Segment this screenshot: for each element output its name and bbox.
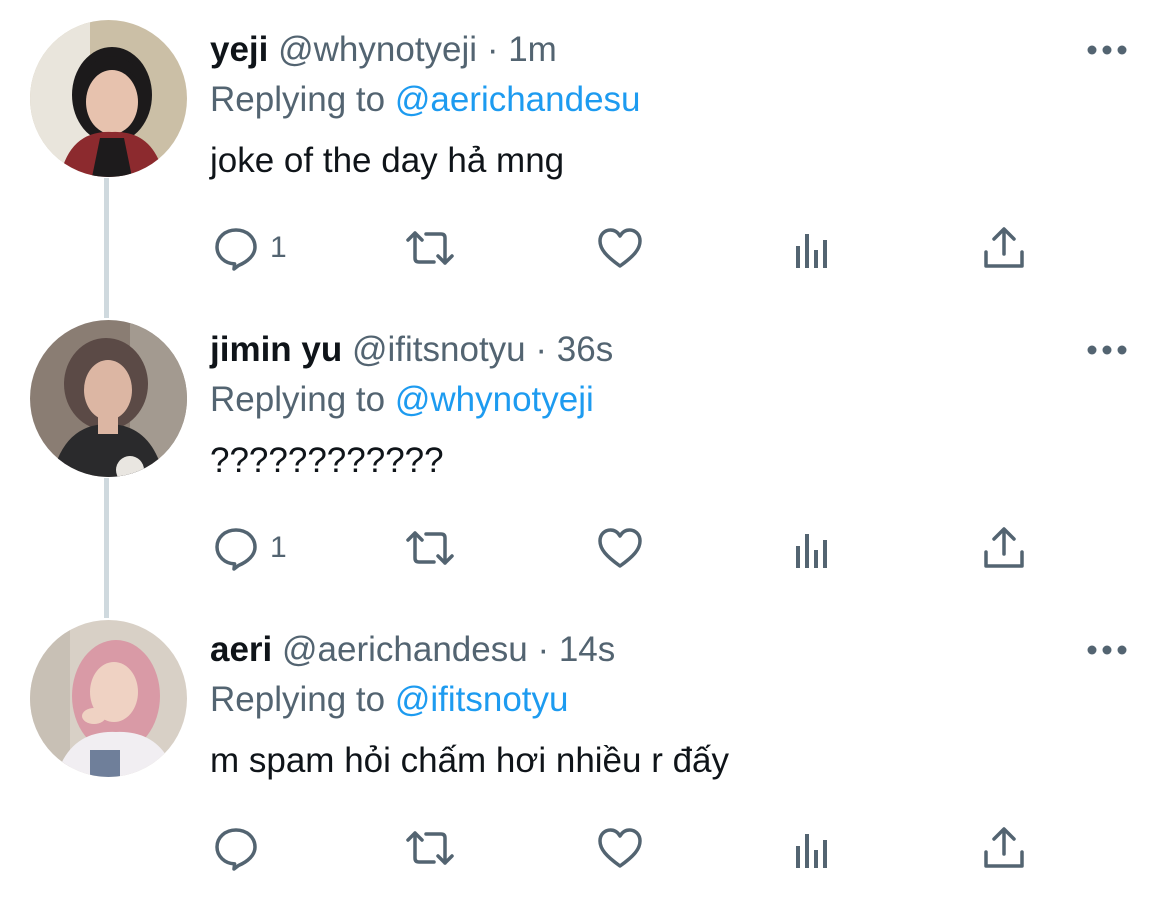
tweet[interactable]: jimin yu @ifitsnotyu · 36s Replying to @… (0, 300, 1170, 600)
avatar[interactable] (30, 620, 187, 777)
display-name[interactable]: yeji (210, 30, 268, 69)
avatar[interactable] (30, 320, 187, 477)
reply-button[interactable]: 1 (212, 520, 287, 576)
share-button[interactable] (980, 520, 1028, 576)
like-button[interactable] (596, 520, 644, 576)
avatar-image (30, 20, 187, 177)
user-handle[interactable]: @whynotyeji (278, 30, 477, 69)
like-button[interactable] (596, 220, 644, 276)
timestamp[interactable]: 36s (557, 330, 613, 369)
timestamp[interactable]: 1m (508, 30, 557, 69)
avatar-image (30, 620, 187, 777)
replying-to: Replying to @aerichandesu (210, 78, 641, 122)
retweet-button[interactable] (402, 220, 458, 276)
replying-to: Replying to @whynotyeji (210, 378, 594, 422)
avatar[interactable] (30, 20, 187, 177)
retweet-icon (406, 831, 454, 865)
more-icon (1087, 645, 1127, 655)
replying-to-label: Replying to (210, 380, 395, 419)
separator: · (537, 630, 550, 669)
analytics-button[interactable] (792, 520, 832, 576)
reply-icon (215, 528, 257, 571)
replying-to-label: Replying to (210, 80, 395, 119)
analytics-icon (796, 234, 827, 268)
replying-to-label: Replying to (210, 680, 395, 719)
separator: · (486, 30, 499, 69)
tweet-actions (0, 800, 1170, 890)
analytics-button[interactable] (792, 220, 832, 276)
more-button[interactable] (1084, 636, 1130, 664)
more-button[interactable] (1084, 336, 1130, 364)
replying-to: Replying to @ifitsnotyu (210, 678, 568, 722)
conversation-thread: yeji @whynotyeji · 1m Replying to @aeric… (0, 0, 1170, 893)
retweet-button[interactable] (402, 820, 458, 876)
analytics-icon (796, 534, 827, 568)
mention-link[interactable]: @aerichandesu (395, 80, 641, 119)
reply-count: 1 (270, 231, 287, 264)
user-handle[interactable]: @aerichandesu (282, 630, 528, 669)
reply-button[interactable] (212, 820, 270, 876)
reply-icon (215, 228, 257, 271)
analytics-button[interactable] (792, 820, 832, 876)
tweet[interactable]: aeri @aerichandesu · 14s Replying to @if… (0, 600, 1170, 900)
like-icon (598, 228, 642, 268)
display-name[interactable]: aeri (210, 630, 272, 669)
like-icon (598, 528, 642, 568)
more-button[interactable] (1084, 36, 1130, 64)
reply-icon (215, 828, 257, 871)
tweet-text: m spam hỏi chấm hơi nhiều r đấy (210, 741, 730, 780)
tweet-actions: 1 (0, 500, 1170, 590)
more-icon (1087, 45, 1127, 55)
mention-link[interactable]: @ifitsnotyu (395, 680, 569, 719)
tweet-text: ???????????? (210, 441, 444, 480)
share-button[interactable] (980, 820, 1028, 876)
share-icon (984, 227, 1024, 268)
retweet-button[interactable] (402, 520, 458, 576)
like-button[interactable] (596, 820, 644, 876)
timestamp[interactable]: 14s (559, 630, 615, 669)
avatar-image (30, 320, 187, 477)
tweet-header: aeri @aerichandesu · 14s (210, 628, 615, 672)
like-icon (598, 828, 642, 868)
retweet-icon (406, 231, 454, 265)
tweet-header: jimin yu @ifitsnotyu · 36s (210, 328, 613, 372)
retweet-icon (406, 531, 454, 565)
share-icon (984, 527, 1024, 568)
analytics-icon (796, 834, 827, 868)
display-name[interactable]: jimin yu (210, 330, 342, 369)
reply-button[interactable]: 1 (212, 220, 287, 276)
tweet-header: yeji @whynotyeji · 1m (210, 28, 557, 72)
share-button[interactable] (980, 220, 1028, 276)
reply-count: 1 (270, 531, 287, 564)
tweet-actions: 1 (0, 200, 1170, 290)
more-icon (1087, 345, 1127, 355)
mention-link[interactable]: @whynotyeji (395, 380, 594, 419)
separator: · (535, 330, 548, 369)
user-handle[interactable]: @ifitsnotyu (352, 330, 526, 369)
share-icon (984, 827, 1024, 868)
tweet[interactable]: yeji @whynotyeji · 1m Replying to @aeric… (0, 0, 1170, 300)
tweet-text: joke of the day hả mng (210, 141, 565, 180)
